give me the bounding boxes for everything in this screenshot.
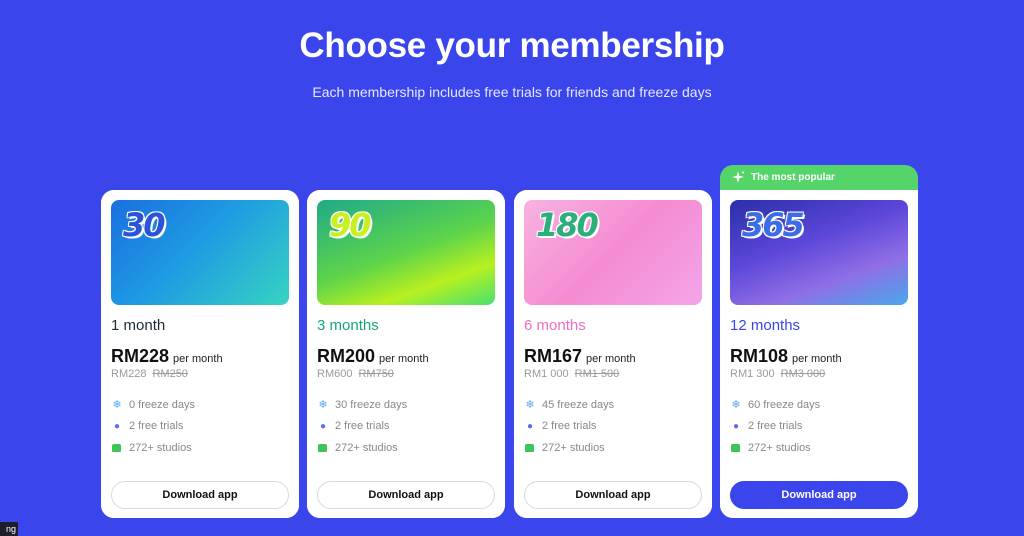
person-icon: ● <box>526 421 534 432</box>
feature-text: 2 free trials <box>335 420 390 432</box>
snowflake-icon: ❄ <box>525 399 535 411</box>
plan-old-total: RM250 <box>152 368 188 380</box>
studio-icon <box>731 444 740 452</box>
sparkle-icon <box>732 171 744 183</box>
plan-total: RM600 <box>317 368 353 380</box>
corner-tag: ng <box>0 522 18 536</box>
plan-banner-number: 30 <box>123 206 166 244</box>
download-app-button[interactable]: Download app <box>111 481 289 509</box>
plan-price-row: RM167 per month <box>524 346 636 367</box>
plan-banner-number: 90 <box>329 206 372 244</box>
feature-text: 272+ studios <box>129 442 192 454</box>
download-app-button[interactable]: Download app <box>524 481 702 509</box>
plan-banner: 90 <box>317 200 495 305</box>
plan-price: RM167 <box>524 346 583 366</box>
feature-text: 2 free trials <box>129 420 184 432</box>
plan-card-12-months: The most popular 365 12 months RM108 per … <box>720 165 918 518</box>
feature-text: 45 freeze days <box>542 399 615 411</box>
feature-text: 272+ studios <box>748 442 811 454</box>
plan-total-row: RM600 RM750 <box>317 368 394 380</box>
plan-per-label: per month <box>173 353 223 365</box>
studio-icon <box>525 444 534 452</box>
feature-text: 272+ studios <box>542 442 605 454</box>
plan-card-body: 90 3 months RM200 per month RM600 RM750 ❄ 3… <box>307 190 505 518</box>
plan-card-body: 30 1 month RM228 per month RM228 RM250 ❄ 0 … <box>101 190 299 518</box>
plan-banner-number: 365 <box>742 206 805 244</box>
plan-per-label: per month <box>586 353 636 365</box>
plan-card-1-month: 30 1 month RM228 per month RM228 RM250 ❄ 0 … <box>101 190 299 518</box>
feature-freeze-days: ❄ 0 freeze days <box>111 398 195 411</box>
plan-price: RM108 <box>730 346 789 366</box>
feature-free-trials: ● 2 free trials <box>317 420 389 432</box>
plan-card-body: 180 6 months RM167 per month RM1 000 RM1 5… <box>514 190 712 518</box>
plan-banner: 365 <box>730 200 908 305</box>
feature-studios: 272+ studios <box>111 442 192 454</box>
plan-old-total: RM1 500 <box>574 368 620 380</box>
plan-price-row: RM200 per month <box>317 346 429 367</box>
plan-price: RM228 <box>111 346 170 366</box>
plan-card-3-months: 90 3 months RM200 per month RM600 RM750 ❄ 3… <box>307 190 505 518</box>
plan-card-6-months: 180 6 months RM167 per month RM1 000 RM1 5… <box>514 190 712 518</box>
feature-freeze-days: ❄ 45 freeze days <box>524 398 614 411</box>
feature-text: 0 freeze days <box>129 399 196 411</box>
plan-total: RM228 <box>111 368 147 380</box>
feature-text: 272+ studios <box>335 442 398 454</box>
plan-duration: 12 months <box>730 317 801 334</box>
plan-total-row: RM1 000 RM1 500 <box>524 368 619 380</box>
feature-text: 30 freeze days <box>335 399 408 411</box>
plan-total-row: RM228 RM250 <box>111 368 188 380</box>
studio-icon <box>112 444 121 452</box>
feature-text: 2 free trials <box>748 420 803 432</box>
feature-free-trials: ● 2 free trials <box>111 420 183 432</box>
plan-price-row: RM108 per month <box>730 346 842 367</box>
studio-icon <box>318 444 327 452</box>
plan-old-total: RM750 <box>358 368 394 380</box>
plan-per-label: per month <box>792 353 842 365</box>
feature-studios: 272+ studios <box>317 442 398 454</box>
page-title: Choose your membership <box>299 26 725 65</box>
plan-duration: 3 months <box>317 317 379 334</box>
popular-badge: The most popular <box>720 165 918 190</box>
plan-price-row: RM228 per month <box>111 346 223 367</box>
person-icon: ● <box>319 421 327 432</box>
snowflake-icon: ❄ <box>731 399 741 411</box>
plan-old-total: RM3 000 <box>780 368 826 380</box>
plan-duration: 6 months <box>524 317 586 334</box>
page-subtitle: Each membership includes free trials for… <box>312 84 712 100</box>
plan-card-body: 365 12 months RM108 per month RM1 300 RM3 … <box>720 190 918 518</box>
download-app-button[interactable]: Download app <box>730 481 908 509</box>
feature-freeze-days: ❄ 60 freeze days <box>730 398 820 411</box>
download-app-button[interactable]: Download app <box>317 481 495 509</box>
plan-banner: 180 <box>524 200 702 305</box>
plan-duration: 1 month <box>111 317 166 334</box>
popular-label: The most popular <box>751 172 835 183</box>
plan-banner: 30 <box>111 200 289 305</box>
plan-per-label: per month <box>379 353 429 365</box>
person-icon: ● <box>732 421 740 432</box>
person-icon: ● <box>113 421 121 432</box>
feature-freeze-days: ❄ 30 freeze days <box>317 398 407 411</box>
snowflake-icon: ❄ <box>318 399 328 411</box>
feature-studios: 272+ studios <box>524 442 605 454</box>
plan-banner-number: 180 <box>536 206 599 244</box>
plan-price: RM200 <box>317 346 376 366</box>
feature-text: 2 free trials <box>542 420 597 432</box>
plan-total: RM1 000 <box>524 368 569 380</box>
feature-text: 60 freeze days <box>748 399 821 411</box>
feature-free-trials: ● 2 free trials <box>524 420 596 432</box>
plan-total: RM1 300 <box>730 368 775 380</box>
snowflake-icon: ❄ <box>112 399 122 411</box>
plan-total-row: RM1 300 RM3 000 <box>730 368 825 380</box>
feature-free-trials: ● 2 free trials <box>730 420 802 432</box>
feature-studios: 272+ studios <box>730 442 811 454</box>
